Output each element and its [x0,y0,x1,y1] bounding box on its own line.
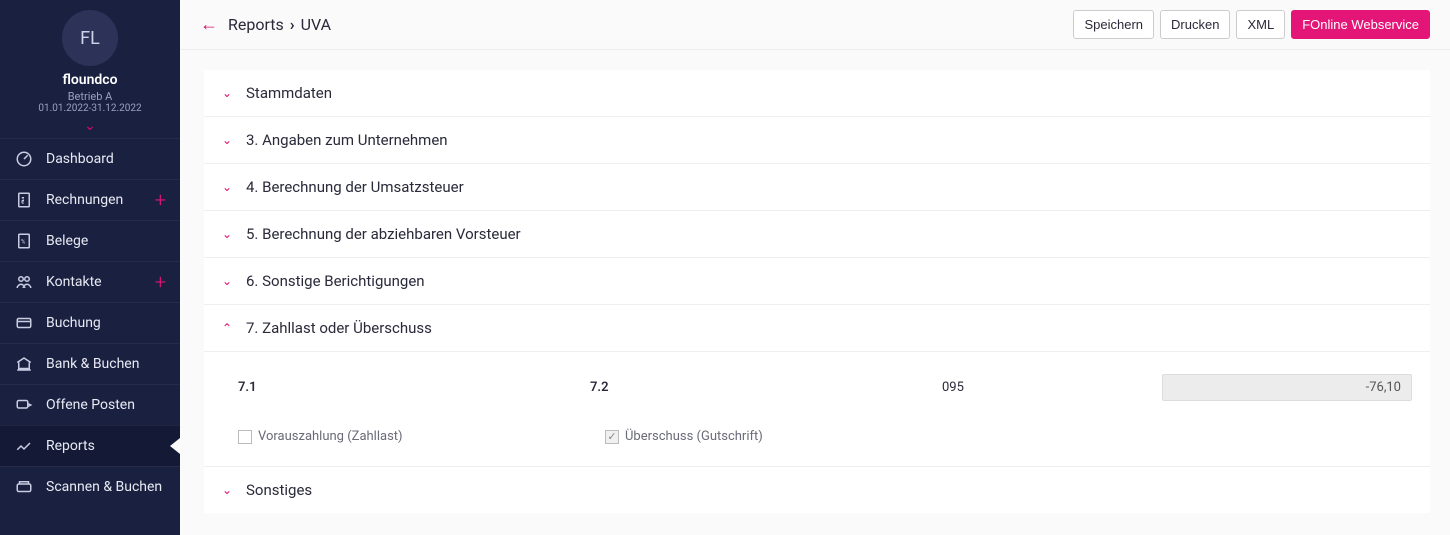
section-title: 7. Zahllast oder Überschuss [246,319,432,337]
label-71: 7.1 [238,380,550,395]
chevron-right-icon: › [290,15,295,34]
section-vorsteuer[interactable]: ⌄ 5. Berechnung der abziehbaren Vorsteue… [204,211,1430,258]
checkbox-ueberschuss[interactable]: Überschuss (Gutschrift) [605,429,932,444]
chevron-down-icon: ⌄ [222,227,236,241]
contacts-icon [14,272,34,292]
sidebar-item-label: Bank & Buchen [46,356,139,372]
scanner-icon [14,477,34,497]
sidebar-item-label: Rechnungen [46,192,123,208]
sidebar-item-dashboard[interactable]: Dashboard [0,138,180,179]
sidebar-item-belege[interactable]: % Belege [0,220,180,261]
checkbox-checked-icon [605,430,619,444]
section-title: Sonstiges [246,481,312,499]
section-sonstiges[interactable]: ⌄ Sonstiges [204,467,1430,513]
reports-icon [14,436,34,456]
topbar-actions: Speichern Drucken XML FOnline Webservice [1073,10,1430,39]
main: ← Reports › UVA Speichern Drucken XML FO… [180,0,1450,535]
field-code: 095 [942,380,1122,395]
section-berichtigungen[interactable]: ⌄ 6. Sonstige Berichtigungen [204,258,1430,305]
body-row-values: 7.1 7.2 095 -76,10 [238,374,1412,401]
section-title: Stammdaten [246,84,332,102]
nav: Dashboard € Rechnungen + % Belege Kontak… [0,138,180,507]
booking-icon [14,313,34,333]
sidebar-item-rechnungen[interactable]: € Rechnungen + [0,179,180,220]
sidebar-item-label: Dashboard [46,151,114,167]
section-title: 4. Berechnung der Umsatzsteuer [246,178,464,196]
sidebar-item-label: Kontakte [46,274,102,290]
avatar[interactable]: FL [62,10,118,66]
sidebar-item-label: Belege [46,233,88,249]
company-period: 01.01.2022-31.12.2022 [0,103,180,114]
xml-button[interactable]: XML [1236,10,1285,39]
chevron-down-icon: ⌄ [222,133,236,147]
sidebar-item-kontakte[interactable]: Kontakte + [0,261,180,302]
chevron-down-icon: ⌄ [222,483,236,497]
sidebar: FL floundco Betrieb A 01.01.2022-31.12.2… [0,0,180,535]
profile-block: FL floundco Betrieb A 01.01.2022-31.12.2… [0,0,180,138]
body-row-checks: Vorauszahlung (Zahllast) Überschuss (Gut… [238,429,1412,444]
section-zahllast[interactable]: ⌃ 7. Zahllast oder Überschuss [204,305,1430,352]
sections-panel: ⌄ Stammdaten ⌄ 3. Angaben zum Unternehme… [204,70,1430,513]
checkbox-label: Vorauszahlung (Zahllast) [258,429,403,444]
checkbox-label: Überschuss (Gutschrift) [625,429,763,444]
sidebar-item-offene-posten[interactable]: Offene Posten [0,384,180,425]
section-title: 5. Berechnung der abziehbaren Vorsteuer [246,225,521,243]
sidebar-item-scannen[interactable]: Scannen & Buchen [0,466,180,507]
company-name: floundco [0,72,180,88]
plus-icon[interactable]: + [155,190,166,210]
chevron-up-icon: ⌃ [222,321,236,335]
topbar: ← Reports › UVA Speichern Drucken XML FO… [180,0,1450,50]
chevron-down-icon[interactable]: ⌄ [84,118,96,134]
bank-icon [14,354,34,374]
back-arrow-icon[interactable]: ← [200,14,218,35]
sidebar-item-label: Buchung [46,315,101,331]
section-title: 3. Angaben zum Unternehmen [246,131,448,149]
sidebar-item-buchung[interactable]: Buchung [0,302,180,343]
checkbox-vorauszahlung[interactable]: Vorauszahlung (Zahllast) [238,429,565,444]
section-umsatzsteuer[interactable]: ⌄ 4. Berechnung der Umsatzsteuer [204,164,1430,211]
company-sub: Betrieb A [0,90,180,103]
content: ⌄ Stammdaten ⌄ 3. Angaben zum Unternehme… [180,50,1450,535]
sidebar-item-label: Scannen & Buchen [46,479,162,495]
label-72: 7.2 [590,380,902,395]
sidebar-item-bank[interactable]: Bank & Buchen [0,343,180,384]
sidebar-item-label: Reports [46,438,95,454]
plus-icon[interactable]: + [155,272,166,292]
open-items-icon [14,395,34,415]
save-button[interactable]: Speichern [1073,10,1154,39]
sidebar-item-label: Offene Posten [46,397,135,413]
section-zahllast-body: 7.1 7.2 095 -76,10 Vorauszahlung (Zahlla… [204,352,1430,467]
svg-text:€: € [21,199,25,206]
section-stammdaten[interactable]: ⌄ Stammdaten [204,70,1430,117]
chevron-down-icon: ⌄ [222,274,236,288]
breadcrumb-current: UVA [301,15,331,34]
fonline-webservice-button[interactable]: FOnline Webservice [1291,10,1430,39]
print-button[interactable]: Drucken [1160,10,1230,39]
sidebar-item-reports[interactable]: Reports [0,425,180,466]
section-title: 6. Sonstige Berichtigungen [246,272,425,290]
field-value-wrap: -76,10 [1162,374,1412,401]
invoice-icon: € [14,190,34,210]
chevron-down-icon: ⌄ [222,86,236,100]
checkbox-unchecked-icon [238,430,252,444]
section-unternehmen[interactable]: ⌄ 3. Angaben zum Unternehmen [204,117,1430,164]
breadcrumb: Reports › UVA [228,15,331,34]
chevron-down-icon: ⌄ [222,180,236,194]
receipt-icon: % [14,231,34,251]
gauge-icon [14,149,34,169]
svg-text:%: % [21,238,26,245]
value-095: -76,10 [1162,374,1412,401]
breadcrumb-root[interactable]: Reports [228,15,284,34]
